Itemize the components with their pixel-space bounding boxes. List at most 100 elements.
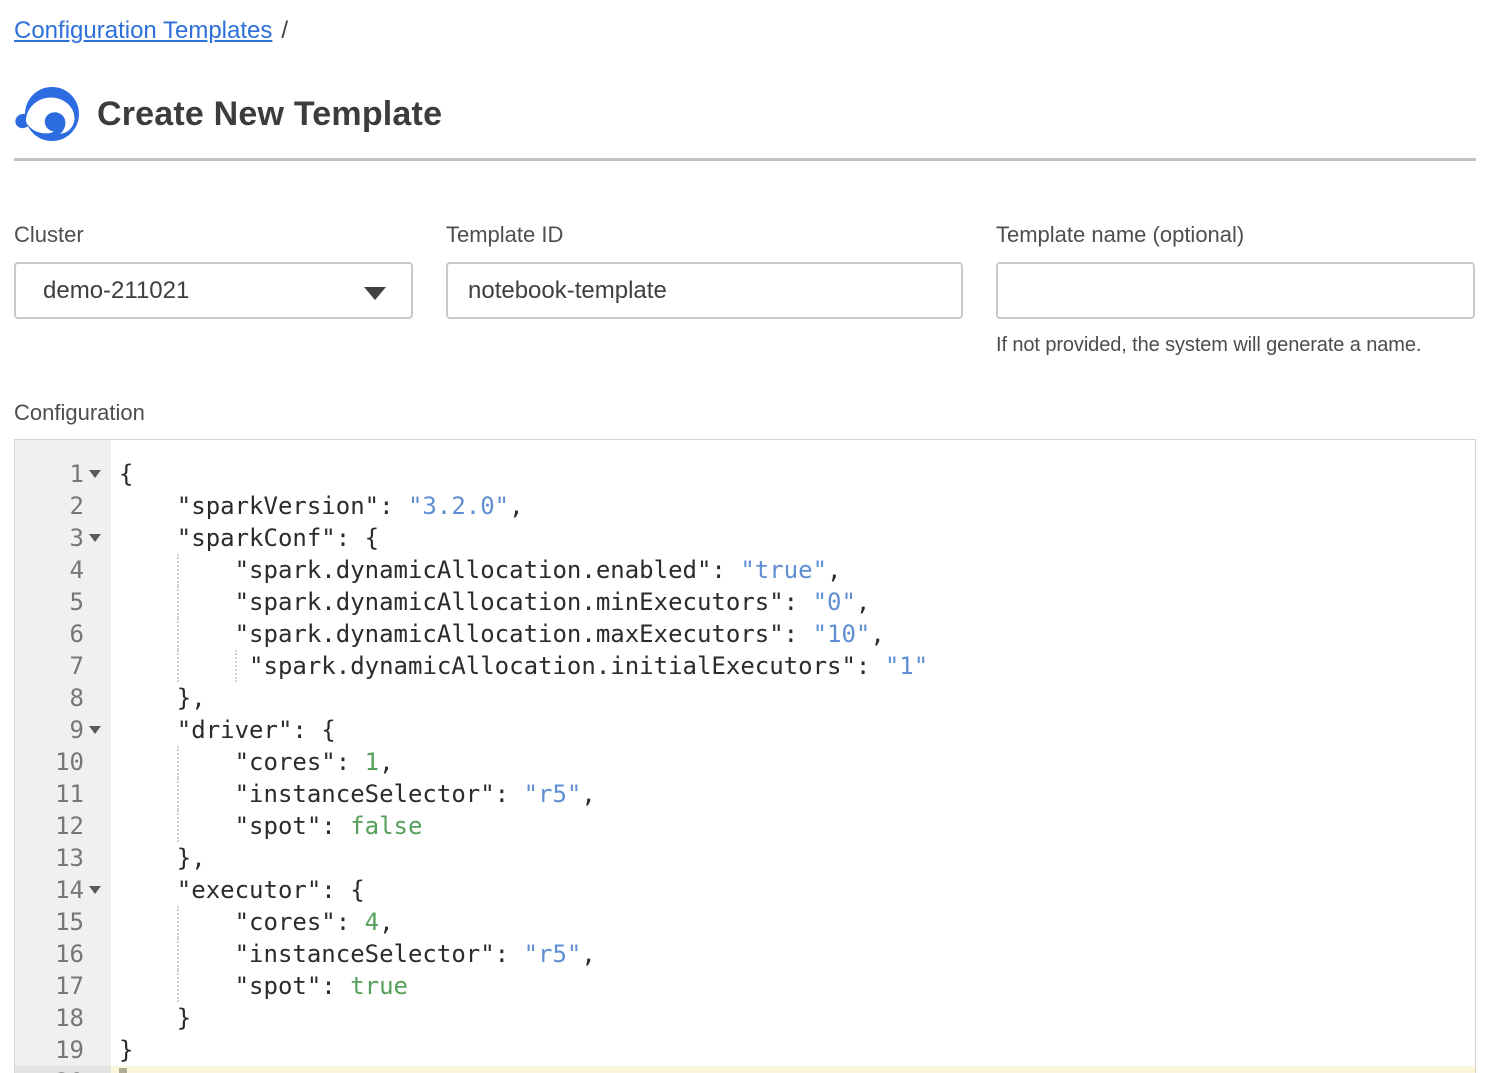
ocean-wave-logo-icon: [14, 85, 80, 143]
indent-guide: [177, 650, 179, 682]
editor-line-9[interactable]: 9 "driver": {: [15, 714, 1475, 746]
breadcrumb-link-configuration-templates[interactable]: Configuration Templates: [14, 17, 272, 44]
line-number: 2: [70, 490, 84, 522]
line-number-cell: 13: [15, 842, 111, 874]
editor-line-11[interactable]: 11 "instanceSelector": "r5",: [15, 778, 1475, 810]
line-number-cell: 4: [15, 554, 111, 586]
line-number: 11: [55, 778, 84, 810]
line-number-cell: 18: [15, 1002, 111, 1034]
indent-guide: [177, 938, 179, 970]
fold-arrow-slot: [84, 938, 101, 970]
code-text: "spark.dynamicAllocation.maxExecutors": …: [111, 618, 1475, 650]
fold-arrow-slot: [84, 970, 101, 1002]
fold-arrow-icon[interactable]: [84, 522, 101, 554]
editor-line-16[interactable]: 16 "instanceSelector": "r5",: [15, 938, 1475, 970]
indent-guide: [177, 618, 179, 650]
code-text: }: [111, 1002, 1475, 1034]
editor-line-1[interactable]: 1{: [15, 458, 1475, 490]
editor-line-4[interactable]: 4 "spark.dynamicAllocation.enabled": "tr…: [15, 554, 1475, 586]
line-number-cell: 16: [15, 938, 111, 970]
line-number-cell: 10: [15, 746, 111, 778]
editor-line-7[interactable]: 7 "spark.dynamicAllocation.initialExecut…: [15, 650, 1475, 682]
indent-guide: [177, 746, 179, 778]
template-id-input[interactable]: [446, 262, 963, 319]
editor-line-19[interactable]: 19}: [15, 1034, 1475, 1066]
line-number: 9: [70, 714, 84, 746]
line-number-cell: 1: [15, 458, 111, 490]
text-cursor: [119, 1068, 127, 1073]
line-number: 8: [70, 682, 84, 714]
line-number: 14: [55, 874, 84, 906]
line-number-cell: 17: [15, 970, 111, 1002]
fold-arrow-icon[interactable]: [84, 714, 101, 746]
configuration-code-editor[interactable]: 1{2 "sparkVersion": "3.2.0",3 "sparkConf…: [14, 439, 1476, 1073]
code-text: "sparkVersion": "3.2.0",: [111, 490, 1475, 522]
page-title: Create New Template: [97, 95, 442, 134]
editor-line-20[interactable]: 20: [15, 1066, 1475, 1073]
editor-line-3[interactable]: 3 "sparkConf": {: [15, 522, 1475, 554]
editor-line-14[interactable]: 14 "executor": {: [15, 874, 1475, 906]
line-number: 5: [70, 586, 84, 618]
indent-guide: [177, 810, 179, 842]
fold-arrow-slot: [84, 1066, 101, 1073]
chevron-down-icon: [364, 287, 386, 300]
cluster-label: Cluster: [14, 222, 413, 248]
fold-arrow-slot: [84, 746, 101, 778]
indent-guide: [177, 554, 179, 586]
indent-guide: [235, 650, 237, 682]
code-text: "cores": 4,: [111, 906, 1475, 938]
editor-line-18[interactable]: 18 }: [15, 1002, 1475, 1034]
editor-line-5[interactable]: 5 "spark.dynamicAllocation.minExecutors"…: [15, 586, 1475, 618]
code-text: },: [111, 842, 1475, 874]
line-number-cell: 20: [15, 1066, 111, 1073]
code-text: "sparkConf": {: [111, 522, 1475, 554]
template-id-label: Template ID: [446, 222, 963, 248]
fold-arrow-icon[interactable]: [84, 874, 101, 906]
template-name-field-group: Template name (optional) If not provided…: [996, 222, 1475, 357]
template-form: Cluster demo-211021 Template ID Template…: [14, 222, 1476, 357]
editor-line-15[interactable]: 15 "cores": 4,: [15, 906, 1475, 938]
line-number: 7: [70, 650, 84, 682]
line-number: 10: [55, 746, 84, 778]
code-text: "instanceSelector": "r5",: [111, 938, 1475, 970]
editor-line-17[interactable]: 17 "spot": true: [15, 970, 1475, 1002]
line-number-cell: 8: [15, 682, 111, 714]
configuration-label: Configuration: [14, 400, 1476, 426]
editor-line-10[interactable]: 10 "cores": 1,: [15, 746, 1475, 778]
code-text: "executor": {: [111, 874, 1475, 906]
indent-guide: [177, 586, 179, 618]
code-text: "spark.dynamicAllocation.initialExecutor…: [111, 650, 1475, 682]
line-number: 1: [70, 458, 84, 490]
line-number-cell: 3: [15, 522, 111, 554]
indent-guide: [177, 778, 179, 810]
editor-line-12[interactable]: 12 "spot": false: [15, 810, 1475, 842]
editor-line-8[interactable]: 8 },: [15, 682, 1475, 714]
fold-arrow-icon[interactable]: [84, 458, 101, 490]
template-name-label: Template name (optional): [996, 222, 1475, 248]
template-id-field-group: Template ID: [446, 222, 963, 357]
line-number: 15: [55, 906, 84, 938]
fold-arrow-slot: [84, 586, 101, 618]
code-text: [111, 1066, 1475, 1073]
editor-line-13[interactable]: 13 },: [15, 842, 1475, 874]
template-name-input[interactable]: [996, 262, 1475, 319]
line-number: 13: [55, 842, 84, 874]
line-number: 18: [55, 1002, 84, 1034]
line-number: 6: [70, 618, 84, 650]
editor-line-2[interactable]: 2 "sparkVersion": "3.2.0",: [15, 490, 1475, 522]
indent-guide: [177, 906, 179, 938]
editor-line-6[interactable]: 6 "spark.dynamicAllocation.maxExecutors"…: [15, 618, 1475, 650]
line-number: 16: [55, 938, 84, 970]
indent-guide: [177, 970, 179, 1002]
code-text: "spot": false: [111, 810, 1475, 842]
cluster-select[interactable]: demo-211021: [14, 262, 413, 319]
page-header: Create New Template: [14, 85, 1476, 143]
line-number-cell: 7: [15, 650, 111, 682]
fold-arrow-slot: [84, 1002, 101, 1034]
page: Configuration Templates/ Create New Temp…: [0, 0, 1486, 1073]
cluster-field-group: Cluster demo-211021: [14, 222, 413, 357]
line-number-cell: 9: [15, 714, 111, 746]
line-number: 4: [70, 554, 84, 586]
fold-arrow-slot: [84, 650, 101, 682]
fold-arrow-slot: [84, 810, 101, 842]
